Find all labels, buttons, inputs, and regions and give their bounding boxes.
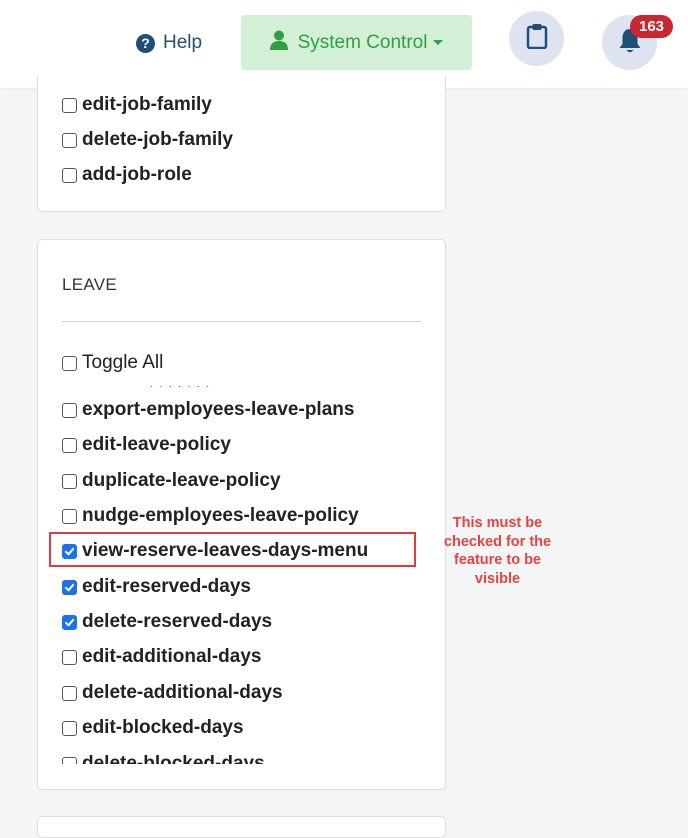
permission-label: edit-leave-policy [82, 434, 231, 455]
permission-label: export-employees-leave-plans [82, 399, 355, 420]
toggle-all-label: Toggle All [82, 352, 164, 373]
checkbox[interactable] [62, 97, 77, 113]
permission-item[interactable]: delete-additional-days [62, 681, 283, 705]
permission-item[interactable]: delete-blocked-days [62, 752, 265, 764]
checkbox-checked[interactable] [62, 614, 77, 630]
permission-item[interactable]: edit-reserved-days [62, 575, 251, 599]
clipboard-icon [526, 23, 548, 54]
permission-label: add-job-role [82, 164, 192, 185]
help-link[interactable]: ? Help [136, 30, 202, 56]
checkbox[interactable] [62, 508, 77, 524]
system-control-label: System Control [297, 31, 428, 53]
permission-label: nudge-employees-leave-policy [82, 505, 359, 526]
checkbox[interactable] [62, 685, 77, 701]
top-bar: ? Help System Control 163 [0, 0, 688, 88]
permission-item[interactable]: duplicate-leave-policy [62, 469, 281, 493]
permission-item[interactable]: edit-additional-days [62, 645, 261, 669]
caret-down-icon [433, 40, 444, 45]
checkbox[interactable] [62, 402, 77, 418]
toggle-all[interactable]: Toggle All [62, 351, 163, 375]
check-icon [65, 583, 75, 591]
checkbox[interactable] [62, 437, 77, 453]
highlight-box [49, 532, 416, 567]
clipboard-button[interactable] [509, 11, 564, 66]
permission-item[interactable]: add-job-role [62, 163, 192, 187]
checkbox[interactable] [62, 167, 77, 183]
permission-label: delete-additional-days [82, 682, 283, 703]
permission-item[interactable]: export-employees-leave-plans [62, 398, 354, 422]
permission-label: edit-job-family [82, 94, 212, 115]
next-section-card [37, 816, 446, 838]
check-icon [65, 618, 75, 626]
help-label: Help [163, 32, 203, 53]
permission-item[interactable]: delete-reserved-days [62, 610, 272, 634]
checkbox[interactable] [62, 473, 77, 489]
divider [62, 321, 421, 322]
permission-label: delete-job-family [82, 129, 233, 150]
permission-label: edit-additional-days [82, 646, 262, 667]
checkbox-checked[interactable] [62, 579, 77, 595]
checkbox[interactable] [62, 756, 77, 764]
permission-label: delete-reserved-days [82, 611, 273, 632]
permission-item[interactable]: nudge-employees-leave-policy [62, 504, 359, 528]
permission-label: delete-blocked-days [82, 753, 265, 764]
scroll-clip: delete-blocked-days [62, 752, 421, 764]
permission-item[interactable]: edit-leave-policy [62, 433, 231, 457]
question-circle-icon: ? [136, 33, 155, 53]
permission-label: edit-reserved-days [82, 576, 251, 597]
notification-count-badge: 163 [630, 15, 674, 38]
checkbox[interactable] [62, 720, 77, 736]
user-icon [269, 30, 288, 56]
permission-item[interactable]: edit-job-family [62, 93, 212, 117]
checkbox[interactable] [62, 132, 77, 148]
annotation-note: This must be checked for the feature to … [443, 515, 552, 587]
scroll-fade: ······· [150, 381, 216, 392]
permission-label: edit-blocked-days [82, 717, 244, 738]
permission-item[interactable]: delete-job-family [62, 128, 233, 152]
section-title: LEAVE [62, 275, 118, 294]
permission-label: duplicate-leave-policy [82, 470, 281, 491]
checkbox[interactable] [62, 649, 77, 665]
toggle-all-checkbox[interactable] [62, 355, 77, 371]
permission-item[interactable]: edit-blocked-days [62, 716, 244, 740]
system-control-dropdown[interactable]: System Control [241, 15, 472, 70]
